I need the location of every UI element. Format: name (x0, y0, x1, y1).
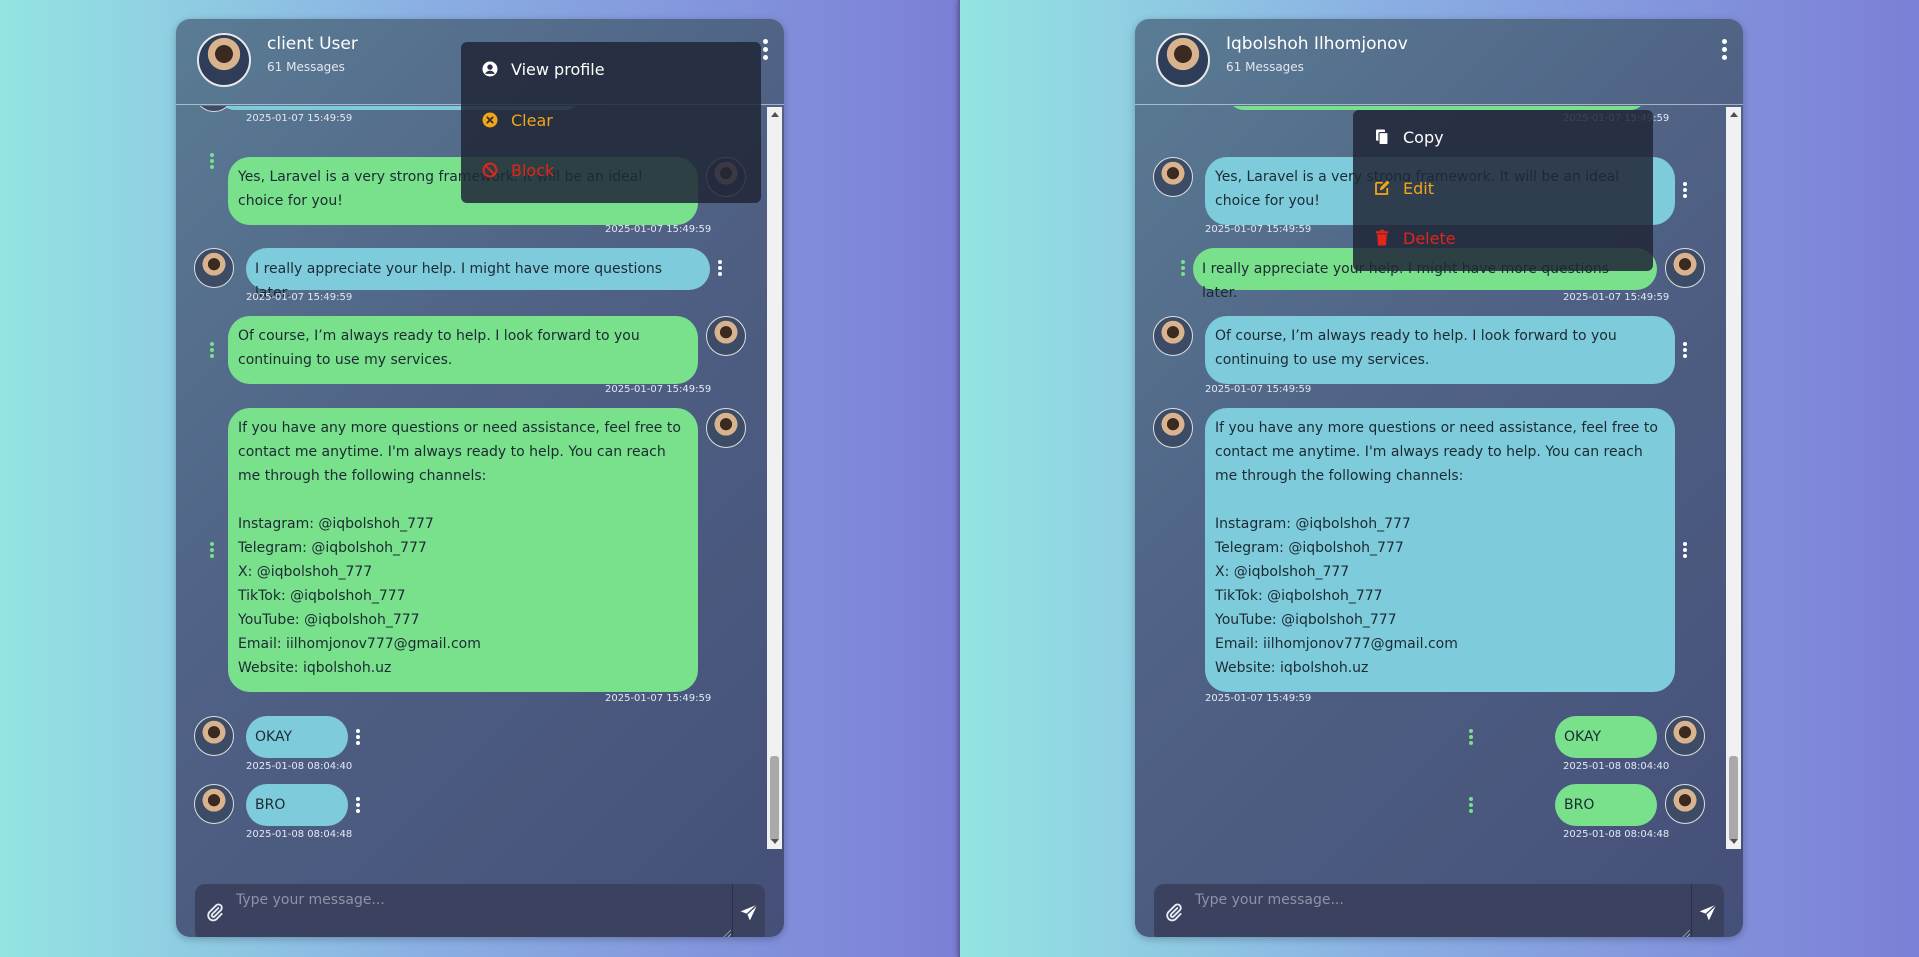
more-vertical-icon[interactable] (354, 728, 362, 748)
menu-label: Edit (1403, 178, 1434, 198)
message-composer (1154, 884, 1724, 937)
message-time: 2025-01-08 08:04:48 (246, 829, 353, 840)
message-time: 2025-01-08 08:04:40 (1563, 761, 1670, 772)
send-button[interactable] (1693, 884, 1724, 937)
menu-label: Copy (1403, 127, 1444, 147)
message-time: 2025-01-07 15:49:59 (605, 384, 712, 395)
scroll-down-icon[interactable] (1730, 839, 1738, 844)
message-options-menu: Copy Edit Delete (1353, 110, 1653, 271)
x-circle-icon (482, 112, 498, 128)
chat-window-admin: Iqbolshoh Ilhomjonov 61 Messages 2025-01… (960, 0, 1919, 957)
message-bubble: OKAY (246, 716, 348, 758)
message-bubble: BRO (246, 784, 348, 826)
avatar[interactable] (197, 33, 251, 87)
message-composer (195, 884, 765, 937)
avatar (1153, 408, 1193, 448)
message-time: 2025-01-07 15:49:59 (1205, 224, 1312, 235)
scroll-thumb[interactable] (1729, 756, 1738, 841)
message-input[interactable] (1189, 884, 1692, 937)
more-vertical-icon[interactable] (1467, 728, 1475, 748)
more-vertical-icon[interactable] (208, 341, 216, 361)
menu-label: Delete (1403, 228, 1456, 248)
message-bubble: Of course, I’m always ready to help. I l… (1205, 316, 1675, 384)
avatar (706, 316, 746, 356)
menu-label: Block (511, 160, 555, 180)
message-bubble: I really appreciate your help. I might h… (246, 248, 710, 301)
more-vertical-icon[interactable] (1179, 259, 1187, 279)
scroll-down-icon[interactable] (771, 839, 779, 844)
view-profile-item[interactable]: View profile (481, 57, 605, 81)
message-time: 2025-01-07 15:49:59 (1563, 292, 1670, 303)
message-time: 2025-01-07 15:49:59 (605, 693, 712, 704)
avatar (194, 784, 234, 824)
more-vertical-icon[interactable] (760, 39, 770, 65)
chat-options-menu: View profile Clear Block (461, 42, 761, 203)
copy-item[interactable]: Copy (1373, 125, 1444, 149)
message-list: 2025-01-07 15:49:59 Yes, Laravel is a ve… (176, 106, 784, 868)
clear-item[interactable]: Clear (481, 108, 553, 132)
send-icon (740, 904, 758, 921)
avatar (1153, 316, 1193, 356)
user-circle-icon (482, 61, 498, 77)
scroll-up-icon[interactable] (771, 112, 779, 117)
more-vertical-icon[interactable] (1467, 796, 1475, 816)
chat-header: Iqbolshoh Ilhomjonov 61 Messages (1135, 19, 1743, 105)
scrollbar[interactable] (1726, 107, 1741, 849)
avatar (1665, 784, 1705, 824)
scroll-up-icon[interactable] (1730, 112, 1738, 117)
message-time: 2025-01-07 15:49:59 (1205, 693, 1312, 704)
avatar (1665, 248, 1705, 288)
avatar (1153, 157, 1193, 197)
send-icon (1699, 904, 1717, 921)
message-bubble: If you have any more questions or need a… (1205, 408, 1675, 692)
more-vertical-icon[interactable] (1681, 341, 1689, 361)
message-bubble: OKAY (1555, 716, 1657, 758)
menu-label: Clear (511, 110, 553, 130)
message-time: 2025-01-07 15:49:59 (246, 292, 353, 303)
chat-window-client: client User 61 Messages 2025-01-07 15:49… (0, 0, 960, 957)
contact-name: Iqbolshoh Ilhomjonov (1226, 34, 1408, 54)
avatar (194, 716, 234, 756)
avatar (706, 408, 746, 448)
more-vertical-icon[interactable] (1719, 39, 1729, 65)
contact-name: client User (267, 34, 358, 54)
message-time: 2025-01-07 15:49:59 (605, 224, 712, 235)
more-vertical-icon[interactable] (1681, 541, 1689, 561)
paperclip-icon[interactable] (205, 903, 225, 923)
delete-item[interactable]: Delete (1373, 226, 1456, 250)
avatar (1665, 716, 1705, 756)
more-vertical-icon[interactable] (354, 796, 362, 816)
resize-handle[interactable] (1681, 930, 1690, 937)
menu-label: View profile (511, 59, 605, 79)
edit-item[interactable]: Edit (1373, 176, 1434, 200)
message-input[interactable] (230, 884, 733, 937)
paperclip-icon[interactable] (1164, 903, 1184, 923)
scroll-thumb[interactable] (770, 756, 779, 841)
block-item[interactable]: Block (481, 158, 554, 182)
avatar[interactable] (1156, 33, 1210, 87)
trash-icon (1376, 229, 1388, 246)
resize-handle[interactable] (722, 930, 731, 937)
message-bubble: Of course, I’m always ready to help. I l… (228, 316, 698, 384)
message-count: 61 Messages (1226, 60, 1304, 74)
more-vertical-icon[interactable] (208, 152, 216, 172)
message-time: 2025-01-07 15:49:59 (246, 113, 353, 124)
message-time: 2025-01-07 15:49:59 (1205, 384, 1312, 395)
message-time: 2025-01-08 08:04:48 (1563, 829, 1670, 840)
message-bubble: If you have any more questions or need a… (228, 408, 698, 692)
ban-icon (482, 162, 498, 178)
edit-icon (1375, 180, 1390, 195)
message-time: 2025-01-08 08:04:40 (246, 761, 353, 772)
more-vertical-icon[interactable] (716, 259, 724, 279)
send-button[interactable] (734, 884, 765, 937)
avatar (194, 248, 234, 288)
scrollbar[interactable] (767, 107, 782, 849)
message-count: 61 Messages (267, 60, 345, 74)
more-vertical-icon[interactable] (208, 541, 216, 561)
more-vertical-icon[interactable] (1681, 181, 1689, 201)
message-bubble: BRO (1555, 784, 1657, 826)
copy-icon (1376, 129, 1389, 146)
